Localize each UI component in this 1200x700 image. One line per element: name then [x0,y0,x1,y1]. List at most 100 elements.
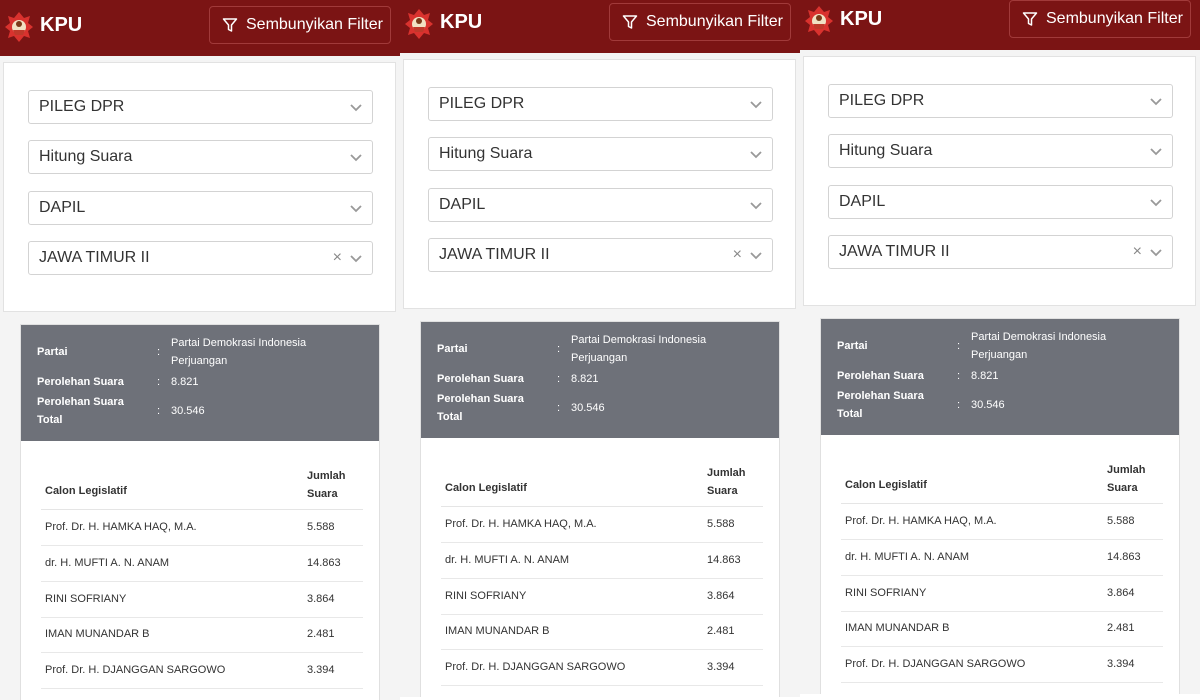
result-card: Partai : Partai Demokrasi Indonesia Perj… [420,321,780,697]
votes-label: Perolehan Suara [37,376,124,388]
clear-icon[interactable]: × [733,246,742,264]
table-row: dr. H. MUFTI A. N. ANAM 14.863 [841,539,1163,576]
total-value: 30.546 [571,402,605,414]
chevron-down-icon [750,202,762,210]
table-row: Prof. Dr. H. DJANGGAN SARGOWO 3.394 [441,649,763,686]
candidate-name: Prof. Dr. H. DJANGGAN SARGOWO [845,658,1026,670]
candidate-votes: 3.394 [307,664,335,676]
region-level-select[interactable]: DAPIL [828,185,1173,219]
total-value: 30.546 [171,405,205,417]
result-card: Partai : Partai Demokrasi Indonesia Perj… [20,324,380,700]
candidate-votes: 5.588 [1107,515,1135,527]
screenshot-panel-2: KPU Sembunyikan Filter PILEG DPR Hitung … [400,0,800,697]
hide-filter-button[interactable]: Sembunyikan Filter [1009,0,1191,38]
dapil-select[interactable]: JAWA TIMUR II × [828,235,1173,269]
select-value: DAPIL [439,196,486,213]
election-type-select[interactable]: PILEG DPR [828,84,1173,118]
party-value: Partai Demokrasi Indonesia Perjuangan [571,334,707,364]
select-value: JAWA TIMUR II [39,249,150,266]
candidate-votes: 3.864 [707,590,735,602]
hide-filter-button[interactable]: Sembunyikan Filter [209,6,391,44]
chevron-down-icon [350,255,362,263]
candidate-votes: 5.588 [307,521,335,533]
colon: : [957,340,961,352]
party-value: Partai Demokrasi Indonesia Perjuangan [971,331,1107,361]
candidate-votes: 3.394 [707,661,735,673]
party-label: Partai [837,340,868,352]
brand-title: KPU [440,11,483,33]
candidate-votes: 14.863 [307,557,341,569]
select-value: DAPIL [839,193,886,210]
party-value: Partai Demokrasi Indonesia Perjuangan [171,337,307,367]
select-value: JAWA TIMUR II [439,246,550,263]
election-type-select[interactable]: PILEG DPR [28,90,373,124]
total-value: 30.546 [971,399,1005,411]
party-summary: Partai : Partai Demokrasi Indonesia Perj… [421,322,779,438]
region-level-select[interactable]: DAPIL [428,188,773,222]
candidate-name: RINI SOFRIANY [445,590,527,602]
candidate-name: dr. H. MUFTI A. N. ANAM [45,557,170,569]
app-header: KPU Sembunyikan Filter [800,0,1200,50]
filter-funnel-icon [622,15,638,29]
candidate-name: IMAN MUNANDAR B [845,622,950,634]
hide-filter-button[interactable]: Sembunyikan Filter [609,3,791,41]
candidate-name: RINI SOFRIANY [845,587,927,599]
party-label: Partai [37,346,68,358]
table-row: RINI SOFRIANY 3.864 [841,575,1163,612]
column-header-votes: Jumlah Suara [707,467,746,497]
select-value: JAWA TIMUR II [839,243,950,260]
dapil-select[interactable]: JAWA TIMUR II × [28,241,373,275]
votes-value: 8.821 [971,370,999,382]
candidate-name: IMAN MUNANDAR B [45,628,150,640]
clear-icon[interactable]: × [333,249,342,267]
votes-value: 8.821 [571,373,599,385]
colon: : [157,405,161,417]
select-value: PILEG DPR [839,92,925,109]
party-label: Partai [437,343,468,355]
candidate-name: Prof. Dr. H. DJANGGAN SARGOWO [45,664,226,676]
candidate-name: Prof. Dr. H. DJANGGAN SARGOWO [445,661,626,673]
column-header-candidate: Calon Legislatif [445,482,527,494]
party-summary: Partai : Partai Demokrasi Indonesia Perj… [21,325,379,441]
election-type-select[interactable]: PILEG DPR [428,87,773,121]
hide-filter-label: Sembunyikan Filter [1046,10,1183,27]
chevron-down-icon [350,205,362,213]
hide-filter-label: Sembunyikan Filter [246,16,383,33]
clear-icon[interactable]: × [1133,243,1142,261]
select-value: DAPIL [39,199,86,216]
votes-label: Perolehan Suara [437,373,524,385]
column-header-votes: Jumlah Suara [1107,464,1146,494]
screenshot-panel-3: KPU Sembunyikan Filter PILEG DPR Hitung … [800,0,1200,694]
table-row: IMAN MUNANDAR B 2.481 [441,613,763,650]
candidate-name: Prof. Dr. H. HAMKA HAQ, M.A. [445,518,597,530]
result-card: Partai : Partai Demokrasi Indonesia Perj… [820,318,1180,694]
table-row: Prof. Dr. H. HAMKA HAQ, M.A. 5.588 [841,503,1163,540]
candidate-votes: 2.481 [707,625,735,637]
app-header: KPU Sembunyikan Filter [400,0,800,53]
hide-filter-label: Sembunyikan Filter [646,13,783,30]
count-type-select[interactable]: Hitung Suara [828,134,1173,168]
total-label: Perolehan Suara Total [837,390,924,420]
candidate-name: Prof. Dr. H. HAMKA HAQ, M.A. [845,515,997,527]
count-type-select[interactable]: Hitung Suara [428,137,773,171]
table-row: Prof. Dr. H. DJANGGAN SARGOWO 3.394 [41,652,363,689]
chevron-down-icon [350,104,362,112]
dapil-select[interactable]: JAWA TIMUR II × [428,238,773,272]
app-header: KPU Sembunyikan Filter [0,0,400,56]
candidate-votes: 3.864 [1107,587,1135,599]
select-value: Hitung Suara [39,148,133,165]
candidate-name: IMAN MUNANDAR B [445,625,550,637]
votes-label: Perolehan Suara [837,370,924,382]
table-row: Prof. Dr. H. HAMKA HAQ, M.A. 5.588 [441,506,763,543]
colon: : [957,370,961,382]
kpu-logo-icon [405,9,433,39]
colon: : [557,402,561,414]
colon: : [157,346,161,358]
colon: : [157,376,161,388]
candidate-votes: 2.481 [1107,622,1135,634]
chevron-down-icon [1150,249,1162,257]
count-type-select[interactable]: Hitung Suara [28,140,373,174]
select-value: Hitung Suara [839,142,933,159]
region-level-select[interactable]: DAPIL [28,191,373,225]
chevron-down-icon [1150,199,1162,207]
